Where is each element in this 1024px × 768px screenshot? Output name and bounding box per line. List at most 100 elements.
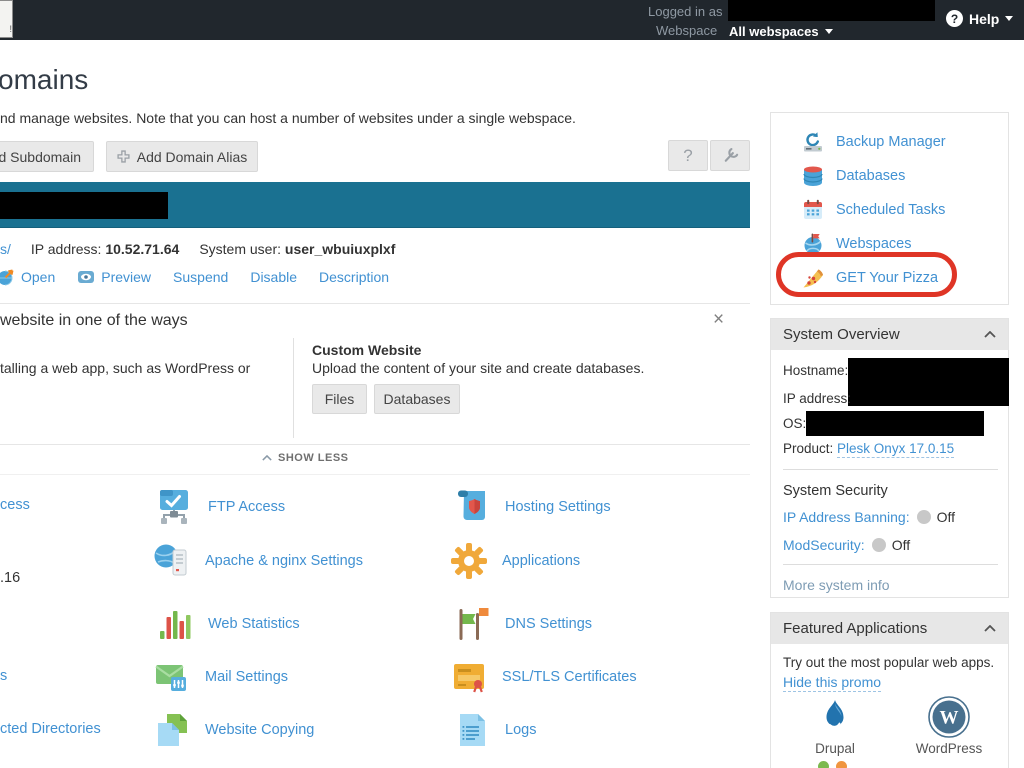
webspace-value: All webspaces <box>729 24 819 39</box>
tool-label: Apache & nginx Settings <box>205 553 363 569</box>
open-action[interactable]: Open <box>0 268 55 286</box>
domain-url-fragment[interactable]: s/ <box>0 241 11 257</box>
globe-arrow-icon <box>0 268 15 286</box>
system-overview-header: System Overview <box>771 319 1008 350</box>
vertical-divider <box>293 338 294 438</box>
sidebar-item-webspaces[interactable]: Webspaces <box>801 231 912 257</box>
settings-wrench-button[interactable] <box>710 140 750 171</box>
modsecurity-link[interactable]: ModSecurity: <box>783 537 865 553</box>
tool-applications[interactable]: Applications <box>449 539 580 583</box>
databases-label: Databases <box>384 391 451 407</box>
ip-address-label: IP address: <box>31 241 102 257</box>
divider <box>783 564 998 565</box>
custom-website-title: Custom Website <box>312 342 421 358</box>
sidebar-shortcuts-card: Backup Manager Databases Scheduled Tasks… <box>770 112 1009 305</box>
preview-label: Preview <box>101 269 151 285</box>
database-icon <box>801 164 825 188</box>
collapse-chevron-icon[interactable] <box>984 331 996 338</box>
show-less-toggle[interactable]: SHOW LESS <box>262 452 349 464</box>
hide-promo-link[interactable]: Hide this promo <box>783 674 881 692</box>
tool-website-copying[interactable]: Website Copying <box>152 708 314 752</box>
drupal-icon <box>815 724 855 741</box>
cutoff-left-element: ! <box>0 0 13 38</box>
system-overview-title: System Overview <box>783 326 900 343</box>
help-button[interactable]: ? <box>668 140 708 171</box>
ip-address-banning-link[interactable]: IP Address Banning: <box>783 509 910 525</box>
add-domain-alias-label: Add Domain Alias <box>137 149 248 165</box>
cutoff-link-row3[interactable]: s <box>0 668 7 684</box>
databases-button[interactable]: Databases <box>374 384 460 414</box>
chevron-up-icon <box>262 455 272 461</box>
open-label: Open <box>21 269 55 285</box>
shortcut-label: Databases <box>836 168 905 184</box>
files-button[interactable]: Files <box>312 384 367 414</box>
calendar-icon <box>801 198 825 222</box>
disable-action[interactable]: Disable <box>250 269 297 285</box>
collapse-chevron-icon[interactable] <box>984 625 996 632</box>
tool-mail-settings[interactable]: Mail Settings <box>152 655 288 699</box>
tool-web-statistics[interactable]: Web Statistics <box>155 602 300 646</box>
envelope-icon <box>152 657 192 697</box>
sidebar-item-backup-manager[interactable]: Backup Manager <box>801 129 946 155</box>
shortcut-label: Webspaces <box>836 236 912 252</box>
more-system-info-link[interactable]: More system info <box>783 577 890 593</box>
redacted-os <box>806 411 984 436</box>
modsecurity-status: Off <box>892 537 910 553</box>
ip-address-value: 10.52.71.64 <box>105 241 179 257</box>
tool-hosting-settings[interactable]: Hosting Settings <box>452 485 611 529</box>
tool-apache-nginx-settings[interactable]: Apache & nginx Settings <box>152 539 363 583</box>
tool-ftp-access[interactable]: FTP Access <box>155 485 285 529</box>
add-subdomain-button[interactable]: dd Subdomain <box>0 141 94 172</box>
tool-logs[interactable]: Logs <box>452 708 536 752</box>
system-user-value: user_wbuiuxplxf <box>285 241 395 257</box>
domain-actions-row: Open Preview Suspend Disable Description <box>0 268 389 286</box>
tool-dns-settings[interactable]: DNS Settings <box>452 602 592 646</box>
sidebar-item-get-your-pizza[interactable]: GET Your Pizza <box>801 265 938 291</box>
chevron-down-icon <box>825 29 833 34</box>
cutoff-text-version: .16 <box>0 570 20 586</box>
chevron-down-icon <box>1005 16 1013 21</box>
cutoff-app-icon <box>818 761 829 768</box>
tool-label: Applications <box>502 553 580 569</box>
system-user-field: System user: user_wbuiuxplxf <box>199 241 395 257</box>
tool-label: FTP Access <box>208 499 285 515</box>
suspend-action[interactable]: Suspend <box>173 269 228 285</box>
shortcut-label: GET Your Pizza <box>836 270 938 286</box>
help-icon: ? <box>946 10 963 27</box>
product-version-link[interactable]: Plesk Onyx 17.0.15 <box>837 441 954 458</box>
sidebar-item-databases[interactable]: Databases <box>801 163 905 189</box>
hostname-label: Hostname: <box>783 363 848 378</box>
setup-heading: website in one of the ways <box>0 312 188 330</box>
cutoff-link-protected-directories[interactable]: cted Directories <box>0 721 101 737</box>
tool-ssl-tls-certificates[interactable]: SSL/TLS Certificates <box>449 655 637 699</box>
wordpress-app-tile[interactable]: W <box>927 695 971 739</box>
drupal-app-tile[interactable] <box>815 697 855 737</box>
backup-drive-icon <box>801 130 825 154</box>
pizza-icon <box>801 266 825 290</box>
description-action[interactable]: Description <box>319 269 389 285</box>
sidebar-item-scheduled-tasks[interactable]: Scheduled Tasks <box>801 197 945 223</box>
promo-text: Try out the most popular web apps. <box>783 655 994 670</box>
files-label: Files <box>325 391 355 407</box>
cutoff-link-row1[interactable]: cess <box>0 497 30 513</box>
help-menu[interactable]: ? Help <box>946 10 1013 27</box>
gear-icon <box>449 541 489 581</box>
close-icon[interactable]: × <box>713 309 724 331</box>
featured-applications-card: Featured Applications Try out the most p… <box>770 612 1009 768</box>
install-app-option-text: talling a web app, such as WordPress or <box>0 360 250 376</box>
webspace-selector[interactable]: All webspaces <box>729 23 833 41</box>
question-icon: ? <box>683 146 692 166</box>
divider <box>0 474 750 475</box>
modsecurity-row: ModSecurity: Off <box>783 537 910 553</box>
add-domain-alias-button[interactable]: Add Domain Alias <box>106 141 258 172</box>
custom-website-description: Upload the content of your site and crea… <box>312 360 644 376</box>
show-less-label: SHOW LESS <box>278 452 349 464</box>
ftp-access-icon <box>155 487 195 527</box>
log-file-icon <box>452 710 492 750</box>
ip-banning-status: Off <box>937 509 955 525</box>
eye-icon <box>77 268 95 286</box>
preview-action[interactable]: Preview <box>77 268 151 286</box>
logged-in-as-label: Logged in as <box>648 4 722 19</box>
redacted-username <box>728 0 935 21</box>
divider <box>783 469 998 470</box>
